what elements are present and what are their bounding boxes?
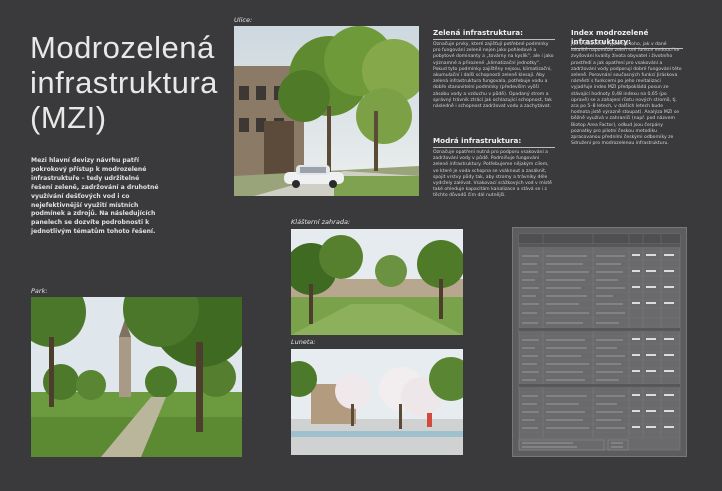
page-title: Modrozelená infrastruktura (MZI) — [30, 30, 218, 135]
caption-ulice: Ulice: — [234, 16, 253, 24]
text-index: Jde o souhrnné vyjádření toho, jak v dan… — [571, 42, 682, 147]
text-modra: Označuje opatření nutná pro podporu vsak… — [433, 150, 552, 199]
caption-klasterni: Klášterní zahrada: — [291, 218, 351, 226]
text-zelena: Označuje prvky, které zajišťují potřebné… — [433, 42, 554, 110]
caption-park: Park: — [31, 287, 48, 295]
intro-paragraph: Mezi hlavní devizy návrhu patří pokrokov… — [31, 157, 159, 236]
image-park — [31, 297, 242, 457]
image-klasterni — [291, 229, 463, 335]
mzi-table-sheet — [512, 227, 687, 457]
image-luneta — [291, 349, 463, 455]
caption-luneta: Luneta: — [291, 338, 316, 346]
heading-modra: Modrá infrastruktura: — [433, 136, 555, 148]
image-ulice — [234, 26, 419, 196]
heading-zelena: Zelená infrastruktura: — [433, 28, 555, 40]
